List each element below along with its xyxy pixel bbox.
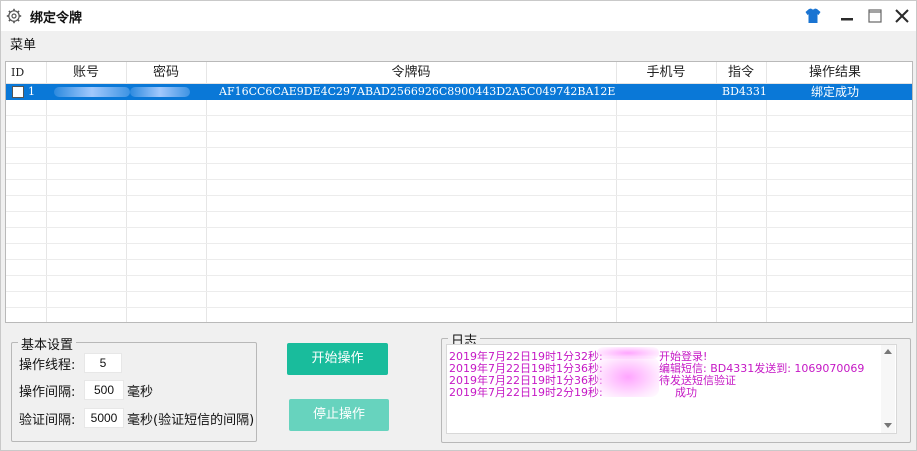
window-title: 绑定令牌 [30, 11, 83, 26]
column-header-token[interactable]: 令牌码 [206, 62, 616, 84]
cell-account-redacted [54, 87, 130, 97]
threads-label: 操作线程: [19, 358, 76, 373]
column-header-id[interactable]: ID [6, 62, 46, 84]
interval-unit: 毫秒 [127, 385, 154, 400]
empty-row [6, 260, 912, 276]
column-header-password[interactable]: 密码 [126, 62, 206, 84]
scroll-up-icon[interactable] [884, 349, 892, 354]
verify-interval-input[interactable] [84, 408, 124, 428]
empty-row [6, 292, 912, 308]
column-header-result[interactable]: 操作结果 [766, 62, 904, 84]
shirt-icon[interactable] [804, 7, 822, 25]
window: 绑定令牌 菜单 ID 账号 密码 令牌码 手机号 指令 操作结果 1 AF16C… [0, 0, 917, 451]
column-header-command[interactable]: 指令 [716, 62, 766, 84]
row-checkbox[interactable] [12, 86, 24, 98]
log-timestamp: 2019年7月22日19时2分19秒: [449, 386, 603, 399]
threads-input[interactable] [84, 353, 122, 373]
title-bar: 绑定令牌 [1, 1, 916, 31]
empty-row [6, 164, 912, 180]
grid-header: ID 账号 密码 令牌码 手机号 指令 操作结果 [6, 62, 912, 84]
cell-phone [616, 84, 716, 100]
empty-row [6, 228, 912, 244]
verify-interval-unit: 毫秒(验证短信的间隔) [127, 413, 255, 428]
interval-label: 操作间隔: [19, 385, 76, 400]
log-message: 成功 [675, 386, 697, 399]
stop-button[interactable]: 停止操作 [289, 399, 389, 431]
gear-icon [6, 8, 22, 24]
settings-legend: 基本设置 [18, 334, 77, 353]
empty-row [6, 244, 912, 260]
column-header-phone[interactable]: 手机号 [616, 62, 716, 84]
empty-row [6, 196, 912, 212]
redaction-blot [597, 357, 659, 397]
menu-item-main[interactable]: 菜单 [8, 33, 38, 54]
start-button[interactable]: 开始操作 [287, 343, 388, 375]
cell-command: BD4331 [722, 85, 766, 98]
close-icon[interactable] [892, 6, 912, 26]
empty-row [6, 132, 912, 148]
menu-bar: 菜单 [1, 31, 916, 53]
empty-row [6, 212, 912, 228]
verify-interval-label: 验证间隔: [19, 413, 76, 428]
cell-token: AF16CC6CAE9DE4C297ABAD2566926C8900443D2A… [219, 85, 615, 98]
interval-input[interactable] [84, 380, 124, 400]
cell-password-redacted [130, 87, 190, 97]
account-grid[interactable]: ID 账号 密码 令牌码 手机号 指令 操作结果 1 AF16CC6CAE9DE… [5, 61, 913, 323]
log-textarea[interactable]: 2019年7月22日19时1分32秒: 开始登录! 2019年7月22日19时1… [446, 344, 897, 434]
empty-row [6, 276, 912, 292]
cell-result: 绑定成功 [810, 85, 859, 99]
scroll-down-icon[interactable] [884, 423, 892, 428]
minimize-icon[interactable] [837, 6, 857, 26]
table-row[interactable]: 1 AF16CC6CAE9DE4C297ABAD2566926C8900443D… [6, 84, 912, 100]
empty-row [6, 308, 912, 322]
empty-row [6, 148, 912, 164]
empty-row [6, 100, 912, 116]
column-header-account[interactable]: 账号 [46, 62, 126, 84]
log-scrollbar[interactable] [881, 345, 895, 433]
cell-id: 1 [28, 85, 35, 98]
maximize-icon[interactable] [865, 6, 885, 26]
empty-row [6, 180, 912, 196]
log-message: 待发送短信验证 [659, 374, 736, 387]
empty-row [6, 116, 912, 132]
